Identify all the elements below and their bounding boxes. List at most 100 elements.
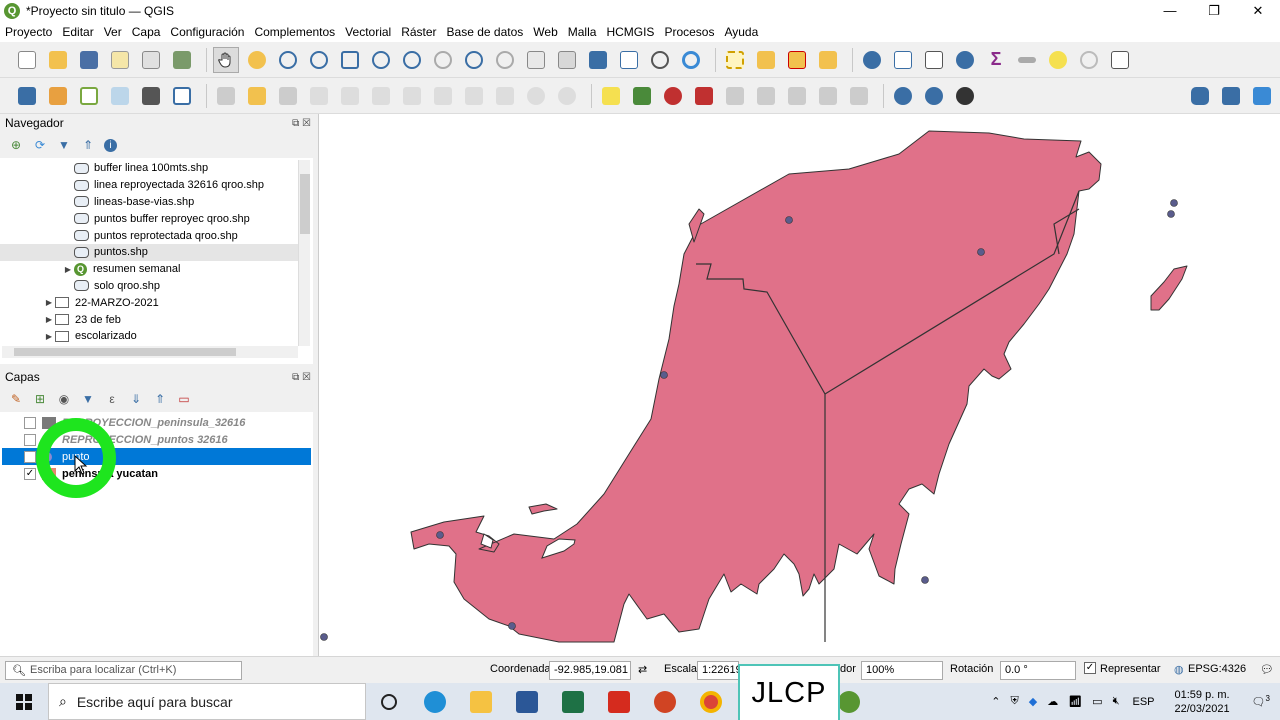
chrome-icon[interactable] — [688, 683, 734, 720]
save-project-icon[interactable] — [76, 47, 102, 73]
menu-proyecto[interactable]: Proyecto — [0, 25, 57, 39]
select-by-expression-icon[interactable] — [753, 47, 779, 73]
file-explorer-icon[interactable] — [458, 683, 504, 720]
map-tips-icon[interactable] — [1045, 47, 1071, 73]
zoom-to-selection-icon[interactable] — [368, 47, 394, 73]
map-drawing[interactable] — [319, 114, 1280, 656]
modify-attributes-icon[interactable] — [368, 83, 394, 109]
browser-vertical-scrollbar[interactable] — [298, 160, 310, 346]
new-project-icon[interactable] — [14, 47, 40, 73]
zoom-next-icon[interactable] — [492, 47, 518, 73]
data-source-manager-icon[interactable] — [14, 83, 40, 109]
list-item[interactable]: ▶ 22-MARZO-2021 — [0, 294, 298, 311]
filter-legend-icon[interactable]: ▼ — [80, 391, 96, 407]
dropbox-icon[interactable]: ◆ — [1029, 695, 1037, 708]
copy-features-icon[interactable] — [461, 83, 487, 109]
layout-manager-icon[interactable] — [138, 47, 164, 73]
select-by-location-icon[interactable] — [815, 47, 841, 73]
rotate-label-icon[interactable] — [753, 83, 779, 109]
magnifier-field[interactable]: 100% — [861, 661, 943, 680]
layer-visibility-checkbox[interactable] — [24, 416, 36, 429]
rotation-field[interactable]: 0.0 ° — [1000, 661, 1076, 680]
properties-info-icon[interactable]: i — [104, 138, 117, 152]
crs-button[interactable]: EPSG:4326 — [1188, 663, 1246, 675]
statistics-sum-icon[interactable]: Σ — [983, 47, 1009, 73]
menu-vectorial[interactable]: Vectorial — [340, 25, 396, 39]
list-item[interactable]: buffer linea 100mts.shp — [0, 160, 298, 177]
list-item[interactable]: ▶ Qresumen semanal — [0, 261, 298, 278]
acrobat-icon[interactable] — [596, 683, 642, 720]
refresh-icon[interactable] — [678, 47, 704, 73]
vertex-tool-icon[interactable] — [337, 83, 363, 109]
layer-styling-icon[interactable]: ✎ — [8, 391, 24, 407]
help-icon[interactable] — [1218, 83, 1244, 109]
list-item[interactable]: linea reproyectada 32616 qroo.shp — [0, 177, 298, 194]
menu-editar[interactable]: Editar — [57, 25, 98, 39]
pan-to-selection-icon[interactable] — [244, 47, 270, 73]
python-console-icon[interactable] — [1187, 83, 1213, 109]
manage-map-themes-icon[interactable]: ◉ — [56, 391, 72, 407]
move-diagram-icon[interactable] — [815, 83, 841, 109]
panel-float-close-icon[interactable]: ⧉ ☒ — [292, 118, 311, 129]
scale-field[interactable]: 1:22619 — [697, 661, 742, 680]
new-temporary-layer-icon[interactable] — [107, 83, 133, 109]
locator-search-input[interactable]: Escriba para localizar (Ctrl+K) — [5, 661, 242, 680]
battery-icon[interactable]: ▭ — [1092, 695, 1102, 708]
change-label-icon[interactable] — [784, 83, 810, 109]
new-geopackage-icon[interactable] — [138, 83, 164, 109]
redo-icon[interactable] — [554, 83, 580, 109]
bookmark-icon[interactable] — [585, 47, 611, 73]
menu-ver[interactable]: Ver — [99, 25, 127, 39]
zoom-out-icon[interactable] — [306, 47, 332, 73]
expand-arrow-icon[interactable]: ▶ — [43, 315, 55, 324]
menu-procesos[interactable]: Procesos — [659, 25, 719, 39]
list-item[interactable]: lineas-base-vias.shp — [0, 194, 298, 211]
current-edits-icon[interactable] — [213, 83, 239, 109]
minimize-button[interactable]: — — [1148, 0, 1192, 22]
menu-capa[interactable]: Capa — [127, 25, 166, 39]
excel-icon[interactable] — [550, 683, 596, 720]
volume-icon[interactable]: 🔇︎ — [1113, 695, 1120, 708]
zoom-last-icon[interactable] — [461, 47, 487, 73]
security-icon[interactable]: ⛨ — [1010, 695, 1018, 708]
expand-arrow-icon[interactable]: ▶ — [43, 298, 55, 307]
menu-complementos[interactable]: Complementos — [249, 25, 340, 39]
pin-labels-icon[interactable] — [660, 83, 686, 109]
add-selected-layers-icon[interactable]: ⊕ — [8, 137, 24, 153]
menu-ayuda[interactable]: Ayuda — [719, 25, 763, 39]
menu-raster[interactable]: Ráster — [396, 25, 441, 39]
zoom-full-icon[interactable] — [337, 47, 363, 73]
edge-icon[interactable] — [412, 683, 458, 720]
filter-by-expression-icon[interactable]: ε — [104, 391, 120, 407]
taskbar-clock[interactable]: 01:59 p. m. 22/03/2021 — [1175, 688, 1230, 716]
menu-web[interactable]: Web — [528, 25, 562, 39]
attribute-table-icon[interactable] — [890, 47, 916, 73]
zoom-in-icon[interactable] — [275, 47, 301, 73]
word-icon[interactable] — [504, 683, 550, 720]
undo-icon[interactable] — [523, 83, 549, 109]
coordinate-field[interactable]: -92.985,19.081 — [549, 661, 631, 680]
print-layout-icon[interactable] — [107, 47, 133, 73]
cut-features-icon[interactable] — [430, 83, 456, 109]
taskbar-search-input[interactable]: ⌕ Escribe aquí para buscar — [48, 683, 366, 720]
save-edits-icon[interactable] — [275, 83, 301, 109]
onedrive-icon[interactable]: ☁ — [1047, 695, 1058, 708]
move-label-icon[interactable] — [722, 83, 748, 109]
list-item[interactable]: puntos.shp — [0, 243, 298, 261]
label-properties-icon[interactable] — [846, 83, 872, 109]
hcmgis-tools-icon[interactable] — [952, 83, 978, 109]
paste-features-icon[interactable] — [492, 83, 518, 109]
hcmgis-basemap-icon[interactable] — [890, 83, 916, 109]
messages-icon[interactable]: 💬︎ — [1260, 663, 1274, 676]
collapse-all-layers-icon[interactable]: ⇑ — [152, 391, 168, 407]
hcmgis-geocode-icon[interactable] — [921, 83, 947, 109]
temporal-controller-icon[interactable] — [647, 47, 673, 73]
menu-base-de-datos[interactable]: Base de datos — [442, 25, 529, 39]
add-vector-layer-icon[interactable] — [76, 83, 102, 109]
list-item[interactable]: puntos reprotectada qroo.shp — [0, 227, 298, 244]
map-canvas[interactable] — [318, 114, 1280, 656]
task-view-icon[interactable] — [366, 683, 412, 720]
menu-hcmgis[interactable]: HCMGIS — [601, 25, 659, 39]
plugin-tool-icon[interactable] — [1249, 83, 1275, 109]
powerpoint-icon[interactable] — [642, 683, 688, 720]
